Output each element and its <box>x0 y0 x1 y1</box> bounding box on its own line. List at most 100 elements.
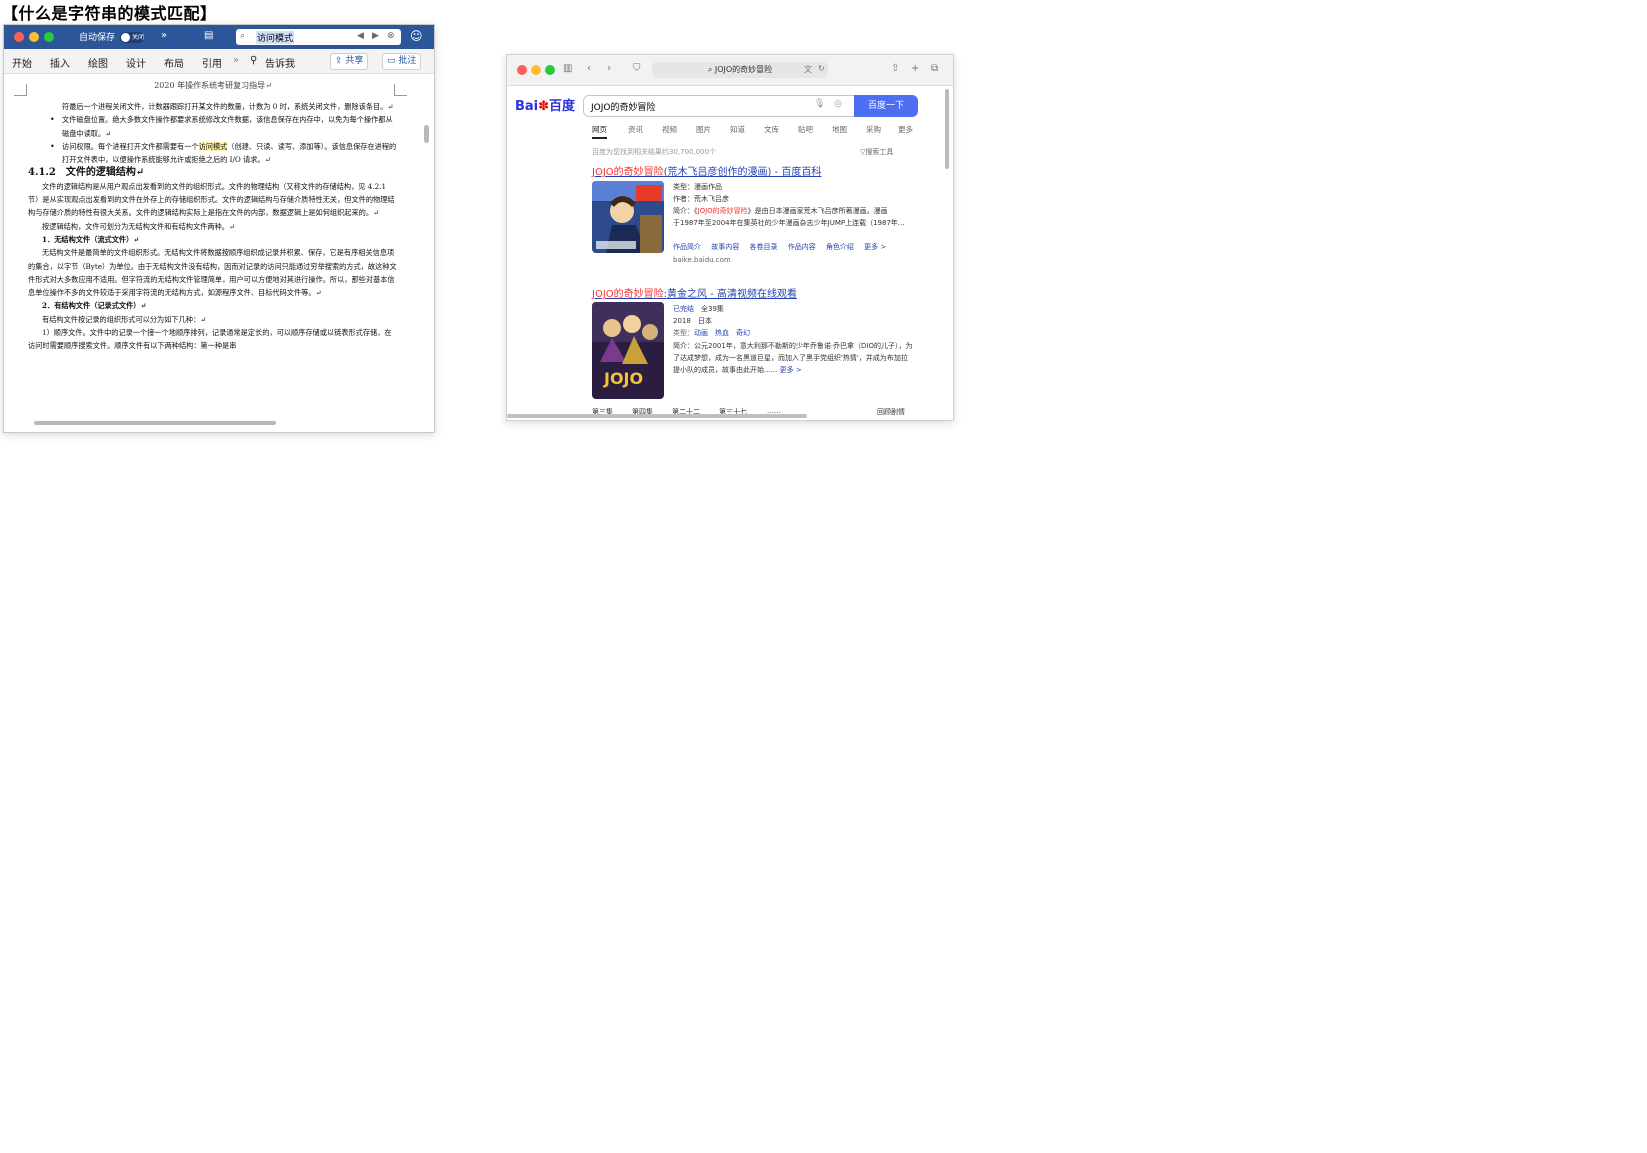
result-1-sublinks: 作品简介 故事内容 各卷目录 作品内容 角色介绍 更多 > <box>673 242 894 252</box>
genre-tag[interactable]: 动画 <box>694 329 708 337</box>
zoom-window-button[interactable] <box>44 32 54 42</box>
document-body[interactable]: 符最后一个进程关闭文件，计数器跟踪打开某文件的数量，计数为 0 时，系统关闭文件… <box>28 100 398 353</box>
more-tools-icon[interactable]: » <box>161 30 167 41</box>
tab-overview-icon[interactable]: ⧉ <box>931 63 938 74</box>
tab-insert[interactable]: 插入 <box>50 55 70 70</box>
reload-icon[interactable]: ↻ <box>818 64 825 73</box>
comment-icon: ▭ <box>387 56 399 66</box>
genre-tag[interactable]: 热血 <box>715 329 729 337</box>
highlighted-match: 访问模式 <box>198 141 228 151</box>
more-tabs-icon[interactable]: » <box>233 55 239 66</box>
tab-news[interactable]: 资讯 <box>628 124 643 135</box>
result-1-intro-pre: 简介：《 <box>673 207 698 215</box>
comments-button[interactable]: ▭ 批注 <box>382 53 422 70</box>
document-page[interactable]: 2020 年操作系统考研复习指导↵ 符最后一个进程关闭文件，计数器跟踪打开某文件… <box>4 74 422 419</box>
horizontal-scrollbar[interactable] <box>507 414 807 418</box>
autosave-label: 自动保存 <box>79 33 116 43</box>
document-icon[interactable]: ▤ <box>204 30 213 41</box>
baidu-search-box[interactable]: JOJO的奇妙冒险 🎙 ◎ <box>583 95 854 117</box>
minimize-window-button[interactable] <box>531 65 541 75</box>
sublink-more[interactable]: 更多 > <box>864 243 886 251</box>
result-2-cover-image[interactable]: JOJO <box>592 302 664 399</box>
search-tools-button[interactable]: ▽搜索工具 <box>860 147 893 157</box>
result-1-intro-post: 》是由日本漫画家荒木飞吕彦所著漫画。漫画 <box>747 207 888 215</box>
tab-zhidao[interactable]: 知道 <box>730 124 745 135</box>
zoom-window-button[interactable] <box>545 65 555 75</box>
clear-search-icon[interactable]: ⊗ <box>387 31 395 41</box>
tab-map[interactable]: 地图 <box>832 124 847 135</box>
bullet-access-rights: 访问权限。每个进程打开文件都需要有一个访问模式（创建、只读、读写、添加等）。该信… <box>48 140 398 167</box>
toggle-knob <box>121 33 130 42</box>
paragraph-top: 符最后一个进程关闭文件，计数器跟踪打开某文件的数量，计数为 0 时，系统关闭文件… <box>62 102 394 111</box>
result-1-intro-highlight: JOJO的奇妙冒险 <box>697 207 748 215</box>
sidebar-icon[interactable]: ▥ <box>563 63 572 74</box>
episode-link[interactable]: 回顾剧情 <box>877 407 905 417</box>
close-window-button[interactable] <box>517 65 527 75</box>
page-header: 2020 年操作系统考研复习指导↵ <box>154 81 272 90</box>
back-arrow-icon[interactable]: ‹ <box>587 63 591 74</box>
address-text: JOJO的奇妙冒险 <box>714 65 773 74</box>
tab-more[interactable]: 更多 <box>898 124 913 135</box>
camera-icon[interactable]: ◎ <box>834 99 842 109</box>
tab-images[interactable]: 图片 <box>696 124 711 135</box>
sublink-content[interactable]: 作品内容 <box>788 243 816 251</box>
tab-design[interactable]: 设计 <box>126 55 146 70</box>
tell-me-search[interactable]: 告诉我 <box>265 55 295 70</box>
next-result-icon[interactable]: ▶ <box>372 31 379 41</box>
baidu-search-button[interactable]: 百度一下 <box>854 95 918 117</box>
lightbulb-icon: ⚲ <box>250 55 258 66</box>
sublink-story[interactable]: 故事内容 <box>711 243 739 251</box>
result-1-author: 作者：荒木飞吕彦 <box>673 195 729 203</box>
tab-video[interactable]: 视频 <box>662 124 677 135</box>
search-icon: ⌕ <box>707 65 715 74</box>
vertical-scrollbar[interactable] <box>945 89 949 169</box>
sublink-synopsis[interactable]: 作品简介 <box>673 243 701 251</box>
translate-icon[interactable]: 文 <box>804 64 812 75</box>
section-heading: 4.1.2 文件的逻辑结构↵ <box>28 167 145 179</box>
result-2-status: 已完结 <box>673 305 694 313</box>
share-icon[interactable]: ⇧ <box>891 63 899 74</box>
minimize-window-button[interactable] <box>29 32 39 42</box>
crop-mark-right <box>394 84 407 96</box>
tab-draw[interactable]: 绘图 <box>88 55 108 70</box>
result-1-source[interactable]: baike.baidu.com <box>673 256 731 264</box>
tab-references[interactable]: 引用 <box>202 55 222 70</box>
tab-shopping[interactable]: 采购 <box>866 124 881 135</box>
result-2-title-highlight: JOJO的奇妙冒险 <box>592 289 664 300</box>
sublink-volumes[interactable]: 各卷目录 <box>749 243 777 251</box>
svg-text:JOJO: JOJO <box>603 369 643 388</box>
result-2-more-link[interactable]: 更多 > <box>780 366 802 374</box>
sublink-characters[interactable]: 角色介绍 <box>826 243 854 251</box>
new-tab-icon[interactable]: + <box>911 63 919 74</box>
ribbon-tabs: 开始 插入 绘图 设计 布局 引用 » ⚲ 告诉我 ⇪ 共享 ▭ 批注 <box>4 49 434 74</box>
search-input[interactable]: 访问模式 <box>256 31 295 44</box>
tab-layout[interactable]: 布局 <box>164 55 184 70</box>
address-bar[interactable]: ⌕ JOJO的奇妙冒险 <box>652 62 828 78</box>
tab-wenku[interactable]: 文库 <box>764 124 779 135</box>
microphone-icon[interactable]: 🎙 <box>814 99 825 109</box>
forward-arrow-icon[interactable]: › <box>607 63 611 74</box>
horizontal-scrollbar[interactable] <box>34 421 276 425</box>
prev-result-icon[interactable]: ◀ <box>357 31 364 41</box>
search-box[interactable]: ⌕ 访问模式 ◀ ▶ ⊗ <box>236 29 401 45</box>
result-1-cover-image[interactable] <box>592 181 664 253</box>
safari-window: ▥ ‹ › ⛉ ⌕ JOJO的奇妙冒险 文 ↻ ⇧ + ⧉ Bai✽百度 JOJ… <box>506 54 954 421</box>
search-input[interactable]: JOJO的奇妙冒险 <box>591 100 655 113</box>
bullet-access-pre: 访问权限。每个进程打开文件都需要有一个 <box>62 141 199 151</box>
result-1-intro: 简介：《JOJO的奇妙冒险》是由日本漫画家荒木飞吕彦所著漫画。漫画 <box>673 206 888 216</box>
tab-tieba[interactable]: 贴吧 <box>798 124 813 135</box>
vertical-scrollbar[interactable] <box>424 125 429 143</box>
baidu-logo[interactable]: Bai✽百度 <box>515 95 575 114</box>
result-1-title[interactable]: JOJO的奇妙冒险(荒木飞吕彦创作的漫画) - 百度百科 <box>592 163 821 178</box>
tab-home[interactable]: 开始 <box>12 55 32 70</box>
smiley-feedback-icon[interactable]: ☺ <box>410 29 423 43</box>
result-tabs: 网页 资讯 视频 图片 知道 文库 贴吧 地图 采购 更多 <box>592 124 922 139</box>
page-heading: 【什么是字符串的模式匹配】 <box>2 4 217 23</box>
privacy-shield-icon[interactable]: ⛉ <box>633 63 641 74</box>
close-window-button[interactable] <box>14 32 24 42</box>
genre-tag[interactable]: 奇幻 <box>736 329 750 337</box>
tab-web[interactable]: 网页 <box>592 124 607 139</box>
result-2-title[interactable]: JOJO的奇妙冒险:黄金之风 - 高清视频在线观看 <box>592 285 797 300</box>
autosave-toggle[interactable]: 关闭 <box>120 32 144 43</box>
share-button[interactable]: ⇪ 共享 <box>330 53 369 70</box>
